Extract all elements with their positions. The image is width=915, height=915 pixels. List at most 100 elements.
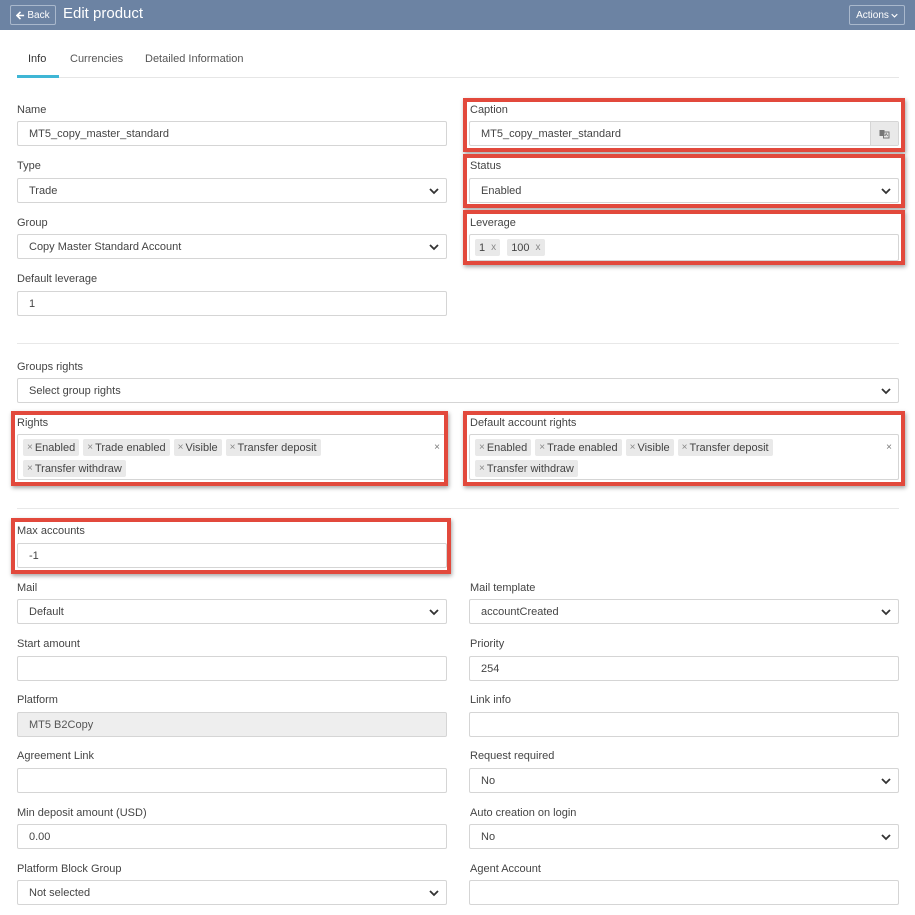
default-rights-chip[interactable]: × Enabled <box>475 439 532 456</box>
link-info-input[interactable] <box>469 712 899 737</box>
rights-chip[interactable]: × Trade enabled <box>83 439 170 456</box>
arrow-left-icon <box>16 10 25 20</box>
tab-bar: Info Currencies Detailed Information <box>17 50 899 78</box>
platform-label: Platform <box>17 694 58 706</box>
min-deposit-input[interactable]: 0.00 <box>17 824 447 849</box>
default-rights-chip[interactable]: × Transfer withdraw <box>475 460 578 477</box>
caption-input[interactable]: MT5_copy_master_standard <box>469 121 899 146</box>
agent-account-input[interactable] <box>469 880 899 905</box>
mail-template-select[interactable]: accountCreated <box>469 599 899 624</box>
tab-detailed-information[interactable]: Detailed Information <box>145 53 243 65</box>
top-bar: Back Edit product Actions <box>0 0 915 30</box>
rights-label: Rights <box>17 417 49 429</box>
rights-chip-label: Visible <box>185 441 218 454</box>
rights-chip[interactable]: × Enabled <box>23 439 80 456</box>
group-select[interactable]: Copy Master Standard Account <box>17 234 447 259</box>
caption-value: MT5_copy_master_standard <box>481 127 622 140</box>
translate-icon <box>879 129 890 139</box>
leverage-multiselect[interactable]: 1x 100 x <box>469 234 899 261</box>
rights-chip-label: Enabled <box>34 441 76 454</box>
platform-block-group-select[interactable]: Not selected <box>17 880 447 905</box>
default-rights-chip-label: Transfer deposit <box>689 441 769 454</box>
chevron-down-icon <box>880 775 892 787</box>
link-info-label: Link info <box>470 694 511 706</box>
max-accounts-label: Max accounts <box>17 525 85 537</box>
default-rights-chip[interactable]: × Trade enabled <box>535 439 622 456</box>
rights-chip-label: Trade enabled <box>95 441 166 454</box>
max-accounts-input[interactable]: -1 <box>17 543 447 568</box>
chevron-down-icon <box>891 12 898 19</box>
page-title: Edit product <box>63 5 144 22</box>
groups-rights-value: Select group rights <box>29 384 121 397</box>
rights-chip[interactable]: × Transfer deposit <box>225 439 321 456</box>
priority-label: Priority <box>470 638 505 650</box>
name-label: Name <box>17 104 47 116</box>
remove-icon[interactable]: × <box>479 442 485 453</box>
chevron-down-icon <box>880 831 892 843</box>
auto-creation-select[interactable]: No <box>469 824 899 849</box>
remove-icon[interactable]: × <box>178 442 184 453</box>
type-value: Trade <box>29 184 58 197</box>
actions-label: Actions <box>856 9 889 21</box>
default-account-rights-multiselect[interactable]: × Enabled × Trade enabled × Visible × Transfer … <box>469 434 899 480</box>
remove-icon[interactable]: × <box>230 442 236 453</box>
default-leverage-input[interactable]: 1 <box>17 291 447 316</box>
default-rights-chip[interactable]: × Transfer deposit <box>677 439 773 456</box>
tab-info[interactable]: Info <box>28 53 46 65</box>
rights-chip[interactable]: × Transfer withdraw <box>23 460 126 477</box>
agreement-link-input[interactable] <box>17 768 447 793</box>
rights-chip-label: Transfer deposit <box>237 441 317 454</box>
request-required-value: No <box>481 774 496 787</box>
type-select[interactable]: Trade <box>17 178 447 203</box>
auto-creation-label: Auto creation on login <box>470 807 577 819</box>
caption-label: Caption <box>470 104 508 116</box>
leverage-chip-label: 100 <box>511 241 530 254</box>
chevron-down-icon <box>428 606 440 618</box>
remove-icon[interactable]: × <box>27 442 33 453</box>
remove-icon[interactable]: × <box>27 463 33 474</box>
remove-icon[interactable]: x <box>491 242 496 253</box>
group-label: Group <box>17 217 48 229</box>
section-divider <box>17 508 899 509</box>
rights-chip-label: Transfer withdraw <box>34 462 122 475</box>
status-value: Enabled <box>481 184 522 197</box>
back-label: Back <box>27 9 50 21</box>
clear-all-icon[interactable]: × <box>434 442 440 453</box>
actions-button[interactable]: Actions <box>849 5 905 25</box>
start-amount-input[interactable] <box>17 656 447 681</box>
priority-input[interactable]: 254 <box>469 656 899 681</box>
translate-button[interactable] <box>870 122 898 145</box>
mail-label: Mail <box>17 582 38 594</box>
remove-icon[interactable]: × <box>479 463 485 474</box>
status-select[interactable]: Enabled <box>469 178 899 203</box>
rights-chip[interactable]: × Visible <box>173 439 222 456</box>
default-rights-chip[interactable]: × Visible <box>625 439 674 456</box>
mail-select[interactable]: Default <box>17 599 447 624</box>
clear-all-icon[interactable]: × <box>886 442 892 453</box>
tab-currencies[interactable]: Currencies <box>70 53 123 65</box>
leverage-chip[interactable]: 1x <box>475 239 501 256</box>
default-account-rights-label: Default account rights <box>470 417 577 429</box>
leverage-chip[interactable]: 100 x <box>507 239 545 256</box>
platform-block-group-label: Platform Block Group <box>17 863 122 875</box>
remove-icon[interactable]: × <box>539 442 545 453</box>
leverage-chip-label: 1 <box>479 241 486 254</box>
rights-multiselect[interactable]: × Enabled × Trade enabled × Visible × Transfer … <box>17 434 447 480</box>
default-rights-chip-label: Enabled <box>486 441 528 454</box>
remove-icon[interactable]: × <box>682 442 688 453</box>
default-rights-chip-label: Trade enabled <box>547 441 618 454</box>
back-button[interactable]: Back <box>10 5 56 25</box>
chevron-down-icon <box>880 606 892 618</box>
type-label: Type <box>17 160 41 172</box>
request-required-select[interactable]: No <box>469 768 899 793</box>
mail-template-value: accountCreated <box>481 605 559 618</box>
remove-icon[interactable]: × <box>87 442 93 453</box>
groups-rights-select[interactable]: Select group rights <box>17 378 899 403</box>
status-label: Status <box>470 160 502 172</box>
min-deposit-label: Min deposit amount (USD) <box>17 807 147 819</box>
remove-icon[interactable]: x <box>536 242 541 253</box>
remove-icon[interactable]: × <box>630 442 636 453</box>
leverage-label: Leverage <box>470 217 516 229</box>
name-input[interactable]: MT5_copy_master_standard <box>17 121 447 146</box>
agent-account-label: Agent Account <box>470 863 541 875</box>
